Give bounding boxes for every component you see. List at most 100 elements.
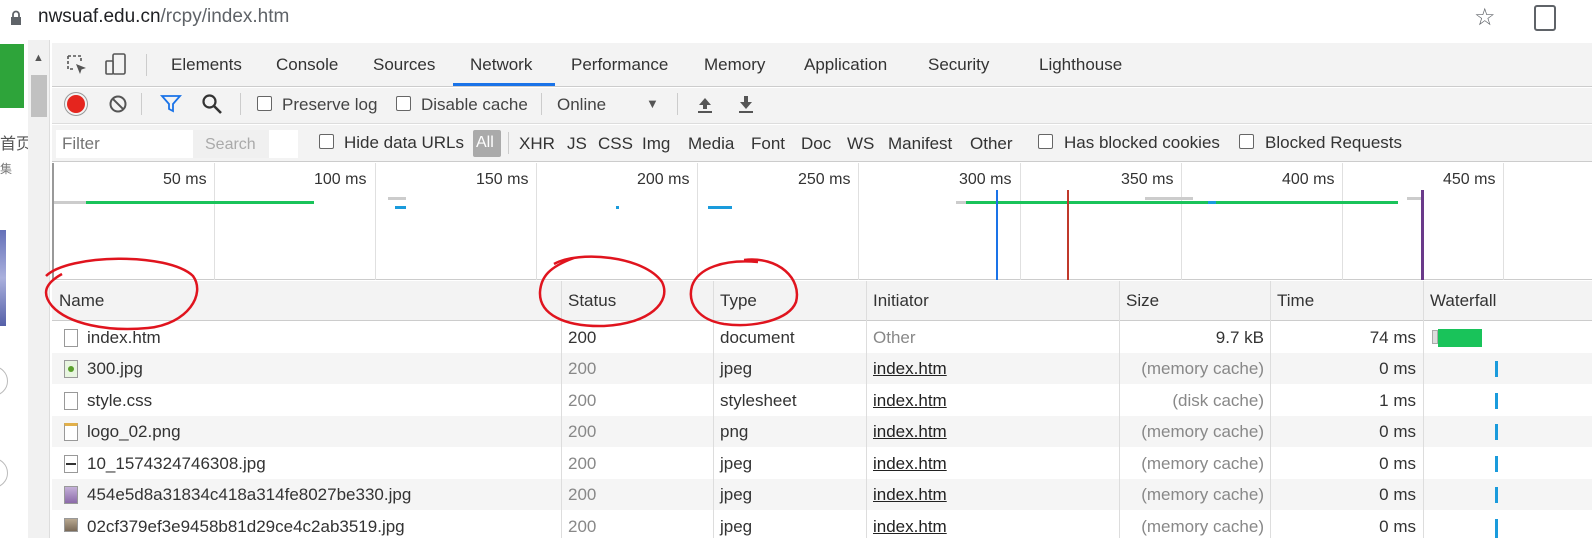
filter-doc[interactable]: Doc <box>801 134 831 154</box>
row-size: (memory cache) <box>1141 422 1264 441</box>
row-initiator-link[interactable]: index.htm <box>873 454 947 474</box>
timeline-tick: 150 ms <box>476 171 529 188</box>
waterfall-bar <box>1495 361 1498 377</box>
waterfall-bar <box>1495 519 1498 538</box>
waterfall-bar <box>1438 329 1482 347</box>
filter-font[interactable]: Font <box>751 134 785 154</box>
export-har-icon[interactable] <box>736 94 756 114</box>
row-name: 454e5d8a31834c418a314fe8027be330.jpg <box>87 485 412 504</box>
tab-memory[interactable]: Memory <box>704 55 765 75</box>
tab-lighthouse[interactable]: Lighthouse <box>1039 55 1122 75</box>
dropdown-arrow-icon[interactable]: ▼ <box>646 96 659 111</box>
filter-img[interactable]: Img <box>642 134 670 154</box>
row-type: jpeg <box>720 485 753 504</box>
col-time-header[interactable]: Time <box>1277 291 1314 311</box>
annotation-circle-status <box>538 255 666 328</box>
scroll-up-arrow-icon[interactable]: ▲ <box>33 52 44 64</box>
row-time: 0 ms <box>1379 359 1416 378</box>
scroll-thumb[interactable] <box>31 75 47 117</box>
active-tab-indicator <box>453 83 555 86</box>
search-icon[interactable] <box>201 93 223 115</box>
table-row[interactable] <box>52 416 1592 447</box>
table-row[interactable] <box>52 448 1592 479</box>
row-initiator-link[interactable]: index.htm <box>873 391 947 411</box>
record-button[interactable] <box>67 95 85 113</box>
filter-js[interactable]: JS <box>567 134 587 154</box>
timeline-bar <box>86 201 314 204</box>
table-row[interactable] <box>52 353 1592 384</box>
throttling-select[interactable]: Online <box>557 95 606 115</box>
row-status: 200 <box>568 359 597 378</box>
tab-application[interactable]: Application <box>804 55 887 75</box>
clear-icon[interactable] <box>108 94 128 114</box>
blocked-requests-checkbox[interactable] <box>1239 134 1254 149</box>
row-initiator-link[interactable]: index.htm <box>873 485 947 505</box>
row-size: (memory cache) <box>1141 454 1264 473</box>
filter-css[interactable]: CSS <box>598 134 633 154</box>
col-waterfall-header[interactable]: Waterfall <box>1430 291 1496 311</box>
image-thumb <box>66 463 76 465</box>
tab-performance[interactable]: Performance <box>571 55 668 75</box>
row-size: (memory cache) <box>1141 485 1264 504</box>
search-hint: Search <box>193 130 269 158</box>
timeline-bar <box>616 206 619 209</box>
tab-network[interactable]: Network <box>470 55 532 75</box>
filter-manifest[interactable]: Manifest <box>888 134 952 154</box>
column-divider[interactable] <box>1119 281 1120 538</box>
timeline-tick: 350 ms <box>1121 171 1174 188</box>
waterfall-bar <box>1495 393 1498 409</box>
timeline-grid-line <box>214 163 215 280</box>
row-type: stylesheet <box>720 391 797 410</box>
tab-console[interactable]: Console <box>276 55 338 75</box>
filter-xhr[interactable]: XHR <box>519 134 555 154</box>
annotation-circle-type <box>689 258 799 327</box>
timeline-tick: 250 ms <box>798 171 851 188</box>
table-row[interactable] <box>52 385 1592 416</box>
filter-all-button[interactable]: All <box>473 130 501 157</box>
row-time: 0 ms <box>1379 422 1416 441</box>
device-toolbar-icon[interactable] <box>104 52 128 76</box>
inspect-element-icon[interactable] <box>66 54 88 76</box>
timeline-grid-line <box>375 163 376 280</box>
filter-icon[interactable] <box>160 94 182 114</box>
waterfall-bar <box>1495 487 1498 503</box>
disable-cache-checkbox[interactable] <box>396 96 411 111</box>
import-har-icon[interactable] <box>695 94 715 114</box>
row-status: 200 <box>568 391 597 410</box>
toolbar-separator <box>541 93 542 115</box>
row-initiator-link[interactable]: index.htm <box>873 517 947 537</box>
bookmark-star-icon[interactable]: ☆ <box>1474 3 1496 32</box>
row-size: (memory cache) <box>1141 517 1264 536</box>
tab-security[interactable]: Security <box>928 55 989 75</box>
hide-data-urls-checkbox[interactable] <box>319 134 334 149</box>
timeline-tick: 200 ms <box>637 171 690 188</box>
column-divider[interactable] <box>1270 281 1271 538</box>
timeline-tick: 300 ms <box>959 171 1012 188</box>
row-time: 1 ms <box>1379 391 1416 410</box>
url-field[interactable]: nwsuaf.edu.cn/rcpy/index.htm <box>38 6 289 28</box>
filter-media[interactable]: Media <box>688 134 734 154</box>
filter-other[interactable]: Other <box>970 134 1013 154</box>
row-time: 0 ms <box>1379 485 1416 504</box>
column-divider[interactable] <box>866 281 867 538</box>
row-size: (memory cache) <box>1141 359 1264 378</box>
row-initiator-link[interactable]: index.htm <box>873 359 947 379</box>
tab-elements[interactable]: Elements <box>171 55 242 75</box>
filter-ws[interactable]: WS <box>847 134 874 154</box>
has-blocked-cookies-checkbox[interactable] <box>1038 134 1053 149</box>
col-size-header[interactable]: Size <box>1126 291 1159 311</box>
col-initiator-header[interactable]: Initiator <box>873 291 929 311</box>
row-initiator-link[interactable]: index.htm <box>873 422 947 442</box>
row-status: 200 <box>568 422 597 441</box>
annotation-circle-name <box>44 257 199 331</box>
image-file-icon <box>64 423 78 441</box>
column-divider[interactable] <box>1423 281 1424 538</box>
preserve-log-checkbox[interactable] <box>257 96 272 111</box>
table-row[interactable] <box>52 322 1592 353</box>
row-time: 0 ms <box>1379 454 1416 473</box>
timeline-tick: 100 ms <box>314 171 367 188</box>
tab-sources[interactable]: Sources <box>373 55 435 75</box>
page-icon[interactable] <box>1534 5 1556 31</box>
row-type: jpeg <box>720 454 753 473</box>
waterfall-bar <box>1495 424 1498 440</box>
